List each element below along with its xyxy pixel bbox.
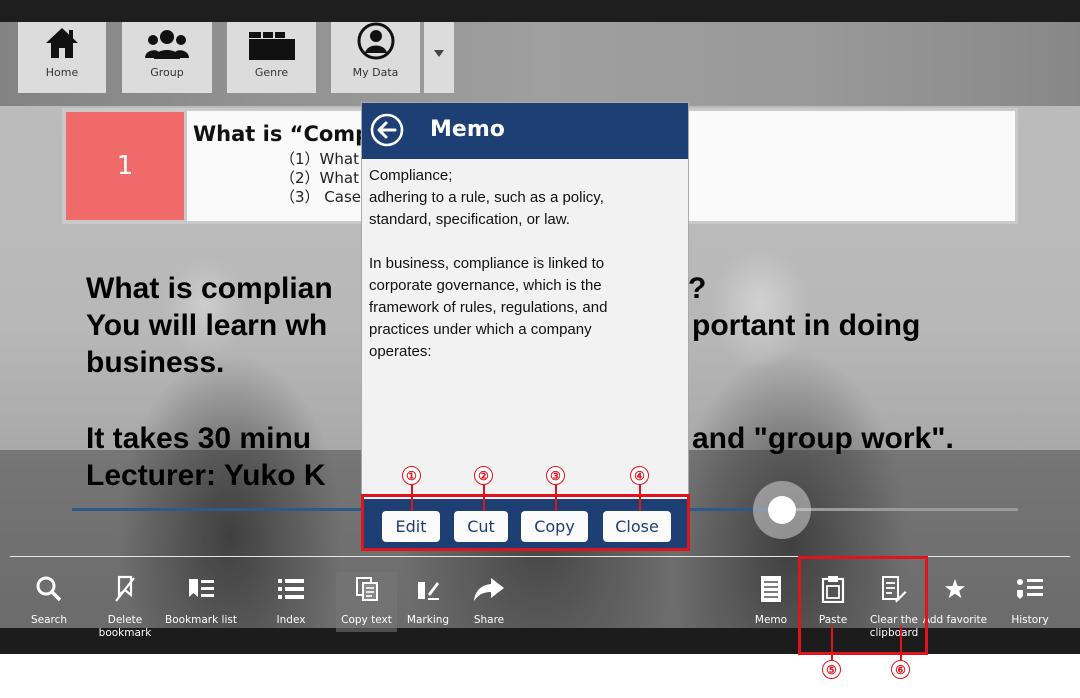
seek-bar-handle[interactable] [768,496,796,524]
memo-text-area[interactable]: Compliance; adhering to a rule, such as … [369,165,681,363]
lesson-outline-item: （3） Case [280,188,362,206]
lesson-heading-line-tail: ? [688,272,707,305]
lesson-outline-item: （2）What [280,169,359,187]
index-label: Index [276,614,306,626]
nav-group-label: Group [150,66,184,79]
memo-paragraph: Compliance; adhering to a rule, such as … [369,167,604,228]
delete-bookmark-icon [115,575,135,602]
nav-genre-button[interactable]: Genre [227,22,316,93]
memo-header: Memo [362,103,688,159]
search-icon [36,576,62,602]
highlighter-icon [418,582,439,600]
nav-genre-label: Genre [254,66,289,79]
nav-mydata-label: My Data [352,66,399,79]
search-label: Search [30,614,68,626]
history-icon [1017,579,1043,599]
annotation-marker: ⑥ [891,660,910,679]
memo-title: Memo [430,117,505,142]
star-icon [945,579,965,598]
copy-text-label: Copy text [341,614,392,626]
annotation-marker: ② [474,466,493,485]
memo-label: Memo [754,614,788,626]
delete-bookmark-button[interactable]: Delete bookmark [89,572,161,642]
nav-home-button[interactable]: Home [18,22,106,93]
home-icon [46,28,78,58]
nav-home-label: Home [45,66,79,79]
annotation-marker: ⑤ [822,660,841,679]
user-profile-icon [357,22,394,60]
annotation-marker: ③ [546,466,565,485]
lesson-intro-line: business. [86,346,225,379]
lecturer-line: Lecturer: Yuko K [86,459,326,492]
history-button[interactable]: History [994,572,1066,642]
marking-label: Marking [406,614,450,626]
bookmark-list-icon [189,579,214,597]
share-button[interactable]: Share [453,572,525,642]
nav-mydata-button[interactable]: My Data [331,22,420,93]
add-favorite-button[interactable]: Add favorite [919,572,991,642]
memo-icon [761,576,781,602]
app-screen: Home Group Genre My Data 1 What is “Comp… [0,0,1080,698]
bookmark-list-label: Bookmark list [165,614,237,626]
lesson-outline-item: （1）What [280,150,359,168]
search-button[interactable]: Search [13,572,85,642]
lesson-heading-line: What is complian [86,272,333,305]
nav-group-button[interactable]: Group [122,22,212,93]
annotation-marker: ① [402,466,421,485]
back-arrow-icon[interactable] [370,113,404,147]
group-icon [145,30,189,59]
lesson-duration-line-tail: and "group work". [692,422,954,455]
nav-more-dropdown[interactable] [424,22,454,93]
share-label: Share [473,614,505,626]
lesson-duration-line: It takes 30 minu [86,422,312,455]
bookmark-list-button[interactable]: Bookmark list [163,572,239,642]
genre-folder-icon [248,32,295,60]
index-button[interactable]: Index [255,572,327,642]
memo-paragraph: In business, compliance is linked to cor… [369,255,608,360]
list-icon [278,579,304,599]
history-label: History [1011,614,1049,626]
add-favorite-label: Add favorite [922,614,988,626]
lesson-intro-line: You will learn wh [86,309,328,342]
annotation-marker: ④ [630,466,649,485]
lesson-title: What is “Comp [193,122,371,146]
lesson-intro-line-tail: portant in doing [692,309,921,342]
copy-text-icon [355,577,378,601]
copy-text-button[interactable]: Copy text [336,572,397,632]
chevron-down-icon [434,50,444,57]
delete-bookmark-label: Delete bookmark [98,614,152,639]
lesson-number-badge: 1 [66,112,184,220]
share-arrow-icon [474,578,504,601]
annotation-highlight-clipboard-tools [798,556,928,655]
top-strip [0,0,1080,22]
